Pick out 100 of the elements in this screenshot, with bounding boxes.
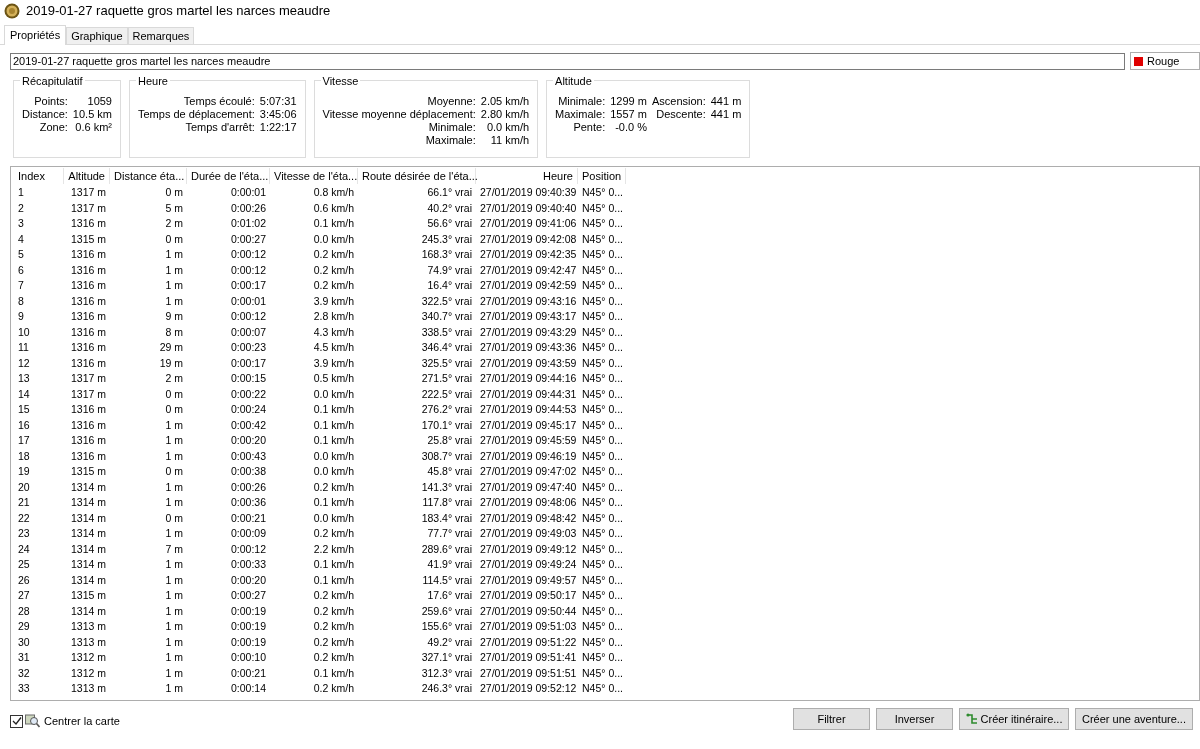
table-cell-text: 1314 m: [69, 510, 107, 526]
table-cell-text: 31: [17, 650, 31, 666]
column-header[interactable]: Route désirée de l'éta...: [358, 167, 476, 185]
table-cell-text: 0:00:12: [229, 247, 267, 263]
table-cell-text: 271.5° vrai: [420, 371, 473, 387]
action-button[interactable]: Filtrer: [793, 708, 870, 730]
table-cell-text: N45° 0...: [581, 371, 624, 387]
action-button[interactable]: Créer itinéraire...: [959, 708, 1069, 730]
table-cell-text: 0:00:21: [229, 665, 267, 681]
table-cell-text: N45° 0...: [581, 588, 624, 604]
table-cell-text: N45° 0...: [581, 650, 624, 666]
table-cell-text: 1315 m: [69, 231, 107, 247]
table-cell-text: 25: [17, 557, 31, 573]
table-cell-text: 1317 m: [69, 200, 107, 216]
table-cell-text: 0.2 km/h: [312, 681, 355, 697]
table-cell-text: 27/01/2019 09:41:06: [479, 216, 578, 232]
table-cell-text: 5 m: [164, 200, 184, 216]
group-title: Heure: [136, 74, 170, 88]
table-cell-text: 1314 m: [69, 572, 107, 588]
checkbox-label: Centrer la carte: [44, 713, 120, 729]
action-button[interactable]: Créer une aventure...: [1075, 708, 1193, 730]
table-cell-text: 4: [17, 231, 25, 247]
table-cell-text: N45° 0...: [581, 634, 624, 650]
table-cell-text: 11: [17, 340, 30, 356]
stat-value: 441 m: [710, 95, 742, 108]
table-cell-text: 0:00:17: [229, 278, 267, 294]
table-cell-text: 183.4° vrai: [420, 510, 473, 526]
table-cell-text: 114.5° vrai: [421, 572, 473, 588]
table-cell-text: N45° 0...: [581, 603, 624, 619]
table-cell-text: 3.9 km/h: [312, 355, 355, 371]
table-cell-text: 1313 m: [69, 619, 107, 635]
table-cell-text: 27/01/2019 09:46:19: [479, 448, 578, 464]
table-cell-text: 312.3° vrai: [420, 665, 473, 681]
table-cell-text: 340.7° vrai: [420, 309, 473, 325]
table-cell-text: 0:00:01: [229, 293, 267, 309]
table-cell-text: 0:00:20: [229, 433, 267, 449]
stat-value: 441 m: [710, 108, 742, 121]
table-cell-text: N45° 0...: [581, 619, 624, 635]
table-cell-text: 1 m: [164, 603, 184, 619]
table-cell-text: 66.1° vrai: [426, 185, 473, 201]
table-cell-text: 40.2° vrai: [426, 200, 473, 216]
stat-label: Moyenne:: [426, 95, 476, 108]
table-cell-text: 0:00:27: [229, 231, 267, 247]
group-title: Récapitulatif: [20, 74, 85, 88]
table-cell-text: 0.1 km/h: [312, 495, 355, 511]
table-cell-text: 0.0 km/h: [312, 231, 355, 247]
table-cell-text: 246.3° vrai: [420, 681, 473, 697]
table-cell-text: 222.5° vrai: [420, 386, 473, 402]
table-cell-text: 0:00:23: [229, 340, 267, 356]
table-cell-text: N45° 0...: [581, 340, 624, 356]
table-cell-text: 0.0 km/h: [312, 386, 355, 402]
table-cell-text: 8 m: [164, 324, 184, 340]
table-cell-text: 170.1° vrai: [420, 417, 473, 433]
table-cell-text: 30: [17, 634, 31, 650]
color-dropdown[interactable]: Rouge: [1130, 52, 1200, 70]
column-header[interactable]: Altitude: [64, 167, 110, 185]
tab[interactable]: Propriétés: [4, 25, 67, 45]
table-cell-text: 0.2 km/h: [312, 479, 355, 495]
table-cell-text: 8: [17, 293, 25, 309]
table-cell-text: 27/01/2019 09:49:24: [479, 557, 578, 573]
action-button[interactable]: Inverser: [876, 708, 953, 730]
table-cell-text: 0 m: [164, 510, 184, 526]
table-cell-text: 27/01/2019 09:47:02: [479, 464, 578, 480]
table-cell-text: 322.5° vrai: [420, 293, 473, 309]
column-header[interactable]: Index: [14, 167, 64, 185]
table-cell-text: 7: [17, 278, 25, 294]
column-header[interactable]: Position: [578, 167, 626, 185]
table-cell-text: 0.2 km/h: [312, 278, 355, 294]
table-cell-text: 0:00:12: [229, 541, 267, 557]
table-cell-text: 1316 m: [69, 433, 107, 449]
table-cell-text: 32: [17, 665, 31, 681]
table-cell-text: 45.8° vrai: [426, 464, 473, 480]
table-cell-text: 0:00:22: [229, 386, 267, 402]
tab[interactable]: Remarques: [127, 27, 195, 44]
table-cell-text: 0:00:14: [229, 681, 267, 697]
table-cell-text: 0.0 km/h: [312, 510, 355, 526]
table-cell-text: N45° 0...: [581, 572, 624, 588]
table-cell-text: 21: [17, 495, 31, 511]
table-cell-text: 0:00:09: [229, 526, 267, 542]
table-cell-text: 27/01/2019 09:42:08: [479, 231, 578, 247]
table-cell-text: 27/01/2019 09:45:17: [479, 417, 578, 433]
table-cell-text: 0:00:38: [229, 464, 267, 480]
table-cell-text: 22: [17, 510, 31, 526]
stat-label: Maximale:: [424, 134, 476, 147]
stat-label: Minimale:: [427, 121, 476, 134]
table-cell-text: 17.6° vrai: [426, 588, 473, 604]
column-header[interactable]: Durée de l'éta...: [187, 167, 270, 185]
stat-label: Zone:: [38, 121, 68, 134]
table-cell-text: 0:00:19: [229, 619, 267, 635]
name-field[interactable]: 2019-01-27 raquette gros martel les narces meaudre: [10, 52, 1125, 70]
tab[interactable]: Graphique: [66, 27, 128, 44]
column-header[interactable]: Vitesse de l'éta...: [270, 167, 358, 185]
table-cell-text: 1 m: [164, 634, 184, 650]
table-cell-text: 1 m: [164, 665, 184, 681]
column-header[interactable]: Heure: [476, 167, 578, 185]
column-header[interactable]: Distance éta...: [110, 167, 187, 185]
table-cell-text: 0:00:10: [229, 650, 267, 666]
table-cell-text: 2.8 km/h: [312, 309, 355, 325]
table-cell-text: 1316 m: [69, 355, 107, 371]
table-cell-text: 245.3° vrai: [420, 231, 473, 247]
